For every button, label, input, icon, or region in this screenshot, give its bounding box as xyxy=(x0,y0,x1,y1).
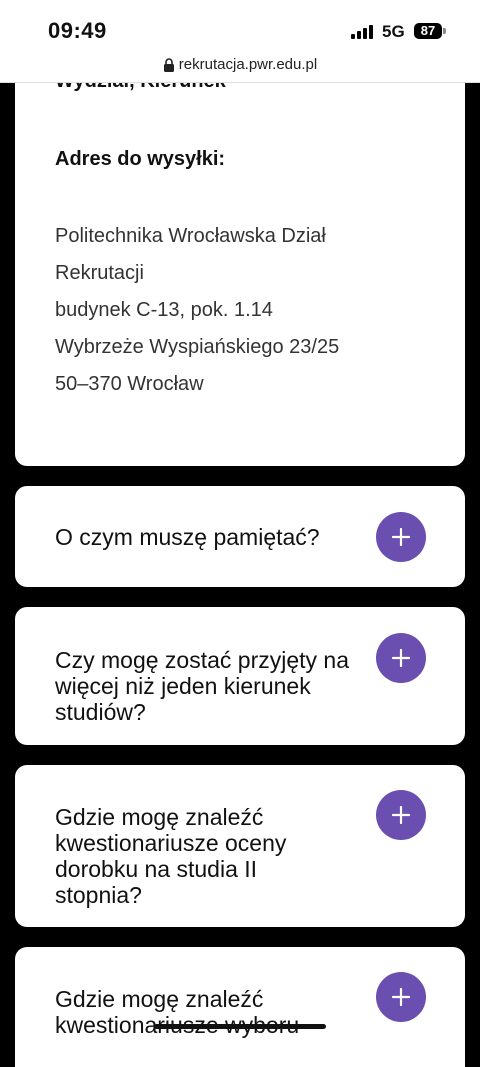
home-indicator[interactable] xyxy=(154,1024,326,1029)
address-line: budynek C-13, pok. 1.14 xyxy=(55,299,273,321)
faq-question: Gdzie mogę znaleźć kwestionariusze wybor… xyxy=(55,986,299,1038)
address-bar[interactable]: rekrutacja.pwr.edu.pl xyxy=(0,56,480,83)
faq-item[interactable]: Gdzie mogę znaleźć kwestionariusze wybor… xyxy=(15,947,465,1067)
expand-button[interactable] xyxy=(376,972,426,1022)
address-line: Rekrutacji xyxy=(55,262,144,284)
address-line: 50–370 Wrocław xyxy=(55,373,204,395)
url-text: rekrutacja.pwr.edu.pl xyxy=(178,56,318,73)
plus-icon xyxy=(391,987,411,1007)
plus-icon xyxy=(391,805,411,825)
address-block: Politechnika Wrocławska Dział Rekrutacji… xyxy=(55,218,339,403)
address-line: Politechnika Wrocławska Dział xyxy=(55,225,326,247)
expand-button[interactable] xyxy=(376,512,426,562)
faq-question: Gdzie mogę znaleźć kwestionariusze oceny… xyxy=(55,804,287,908)
address-title: Adres do wysyłki: xyxy=(55,148,226,170)
lock-icon xyxy=(163,57,174,72)
status-bar: 09:49 5G 87 xyxy=(0,0,480,56)
faq-item[interactable]: Gdzie mogę znaleźć kwestionariusze oceny… xyxy=(15,765,465,927)
faq-question: O czym muszę pamiętać? xyxy=(55,524,320,550)
faq-question: Czy mogę zostać przyjęty na więcej niż j… xyxy=(55,647,350,725)
battery-icon: 87 xyxy=(414,23,442,39)
address-line: Wybrzeże Wyspiańskiego 23/25 xyxy=(55,336,340,358)
address-card: Wydział, Kierunek Adres do wysyłki: Poli… xyxy=(15,60,465,466)
expand-button[interactable] xyxy=(376,633,426,683)
battery-tip xyxy=(443,28,446,34)
signal-icon xyxy=(351,25,375,39)
clock: 09:49 xyxy=(48,18,107,43)
plus-icon xyxy=(391,648,411,668)
network-type: 5G xyxy=(382,22,405,41)
faq-item[interactable]: Czy mogę zostać przyjęty na więcej niż j… xyxy=(15,607,465,745)
faq-item[interactable]: O czym muszę pamiętać? xyxy=(15,486,465,587)
plus-icon xyxy=(391,527,411,547)
expand-button[interactable] xyxy=(376,790,426,840)
